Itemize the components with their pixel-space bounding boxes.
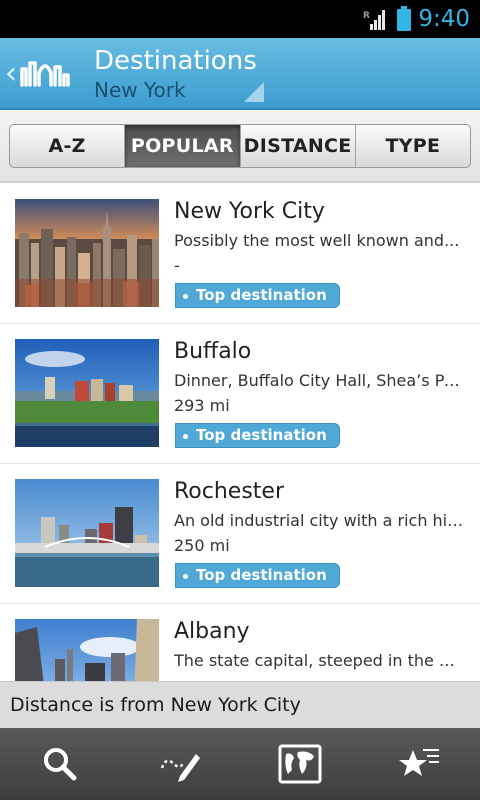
starred-icon — [399, 749, 439, 776]
badge-dot-icon — [183, 434, 188, 439]
world-map-icon — [278, 744, 322, 784]
destination-distance: - — [174, 256, 180, 275]
list-item-rochester[interactable]: Rochester An old industrial city with a … — [0, 464, 480, 604]
badge-label: Top destination — [196, 286, 327, 304]
status-clock: 9:40 — [418, 6, 470, 32]
top-destination-badge: Top destination — [175, 423, 340, 448]
tab-a-z[interactable]: A-Z — [10, 125, 126, 167]
destination-thumbnail — [15, 339, 159, 447]
nav-world-map-button[interactable] — [240, 728, 360, 800]
tab-popular[interactable]: POPULAR — [125, 125, 241, 167]
destination-description: Possibly the most well known and... — [174, 231, 460, 250]
journal-pen-icon — [160, 754, 200, 782]
app-screen: R 9:40 ‹ Destinations New York A-Z POPUL… — [0, 0, 480, 800]
destination-name: Buffalo — [174, 339, 252, 364]
back-chevron-icon: ‹ — [5, 56, 17, 91]
skyline-logo-icon — [20, 61, 70, 87]
roaming-label: R — [363, 11, 370, 21]
search-icon — [44, 748, 77, 781]
top-destination-badge: Top destination — [175, 283, 340, 308]
badge-label: Top destination — [196, 426, 327, 444]
region-selector[interactable]: New York — [94, 77, 186, 103]
badge-dot-icon — [183, 574, 188, 579]
nav-favorites-button[interactable] — [360, 728, 480, 800]
tab-type[interactable]: TYPE — [356, 125, 470, 167]
destination-description: An old industrial city with a rich his..… — [174, 511, 464, 530]
destination-description: Dinner, Buffalo City Hall, Shea’s Per... — [174, 371, 464, 390]
destination-thumbnail — [15, 199, 159, 307]
top-destination-badge: Top destination — [175, 563, 340, 588]
destination-distance: 250 mi — [174, 536, 230, 555]
destination-description: The state capital, steeped in the his... — [174, 651, 464, 670]
destination-name: Rochester — [174, 479, 284, 504]
destination-list[interactable]: New York City Possibly the most well kno… — [0, 184, 480, 681]
destination-distance: 293 mi — [174, 396, 230, 415]
badge-dot-icon — [183, 294, 188, 299]
title-bar: ‹ Destinations New York — [0, 38, 480, 110]
badge-label: Top destination — [196, 566, 327, 584]
segmented-control: A-Z POPULAR DISTANCE TYPE — [9, 124, 471, 168]
sort-tab-bar: A-Z POPULAR DISTANCE TYPE — [0, 110, 480, 183]
list-item-albany[interactable]: Albany The state capital, steeped in the… — [0, 604, 480, 681]
destination-name: New York City — [174, 199, 325, 224]
distance-footnote: Distance is from New York City — [0, 681, 480, 728]
destination-name: Albany — [174, 619, 250, 644]
status-bar: R 9:40 — [0, 0, 480, 38]
destination-thumbnail — [15, 619, 159, 681]
tab-distance[interactable]: DISTANCE — [241, 125, 356, 167]
page-title: Destinations — [94, 46, 257, 76]
list-item-buffalo[interactable]: Buffalo Dinner, Buffalo City Hall, Shea’… — [0, 324, 480, 464]
signal-strength-icon: R — [363, 10, 385, 30]
destination-thumbnail — [15, 479, 159, 587]
nav-search-button[interactable] — [0, 728, 120, 800]
nav-journal-button[interactable] — [120, 728, 240, 800]
up-navigation-button[interactable]: ‹ — [0, 38, 80, 110]
dropdown-indicator-icon[interactable] — [244, 82, 264, 102]
bottom-navigation — [0, 728, 480, 800]
battery-icon — [397, 6, 411, 31]
list-item-new-york-city[interactable]: New York City Possibly the most well kno… — [0, 184, 480, 324]
